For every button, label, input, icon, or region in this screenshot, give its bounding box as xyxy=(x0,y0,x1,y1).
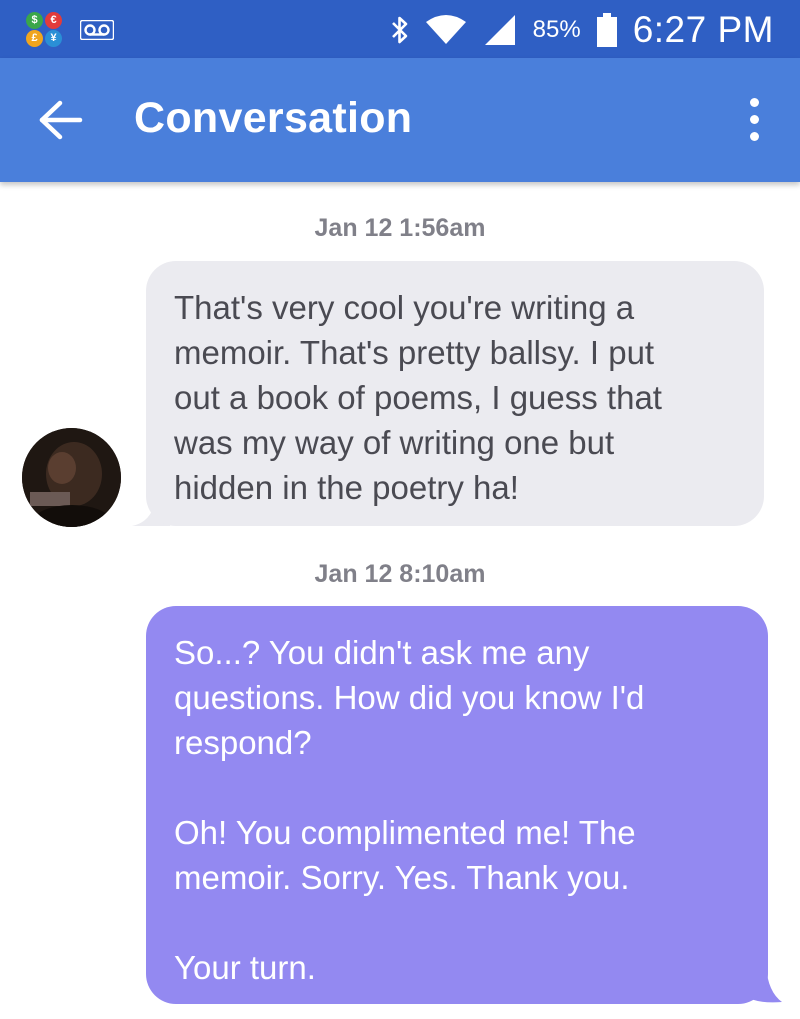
app-bar: Conversation xyxy=(0,58,800,182)
wifi-icon xyxy=(425,15,466,44)
bluetooth-icon xyxy=(391,16,407,44)
incoming-message-bubble[interactable]: That's very cool you're writing a memoir… xyxy=(146,261,764,526)
currency-icon: $ € £ ¥ xyxy=(26,12,66,48)
avatar[interactable] xyxy=(22,428,121,527)
status-bar: $ € £ ¥ 85% 6:27 PM xyxy=(0,0,800,58)
message-timestamp: Jan 12 8:10am xyxy=(314,560,486,588)
battery-percent: 85% xyxy=(532,16,581,43)
overflow-menu-icon[interactable] xyxy=(746,98,762,144)
battery-icon xyxy=(596,13,617,47)
outgoing-message-bubble[interactable]: So...? You didn't ask me any questions. … xyxy=(146,606,768,1004)
voicemail-icon xyxy=(80,20,114,40)
status-clock: 6:27 PM xyxy=(632,9,774,50)
message-timestamp: Jan 12 1:56am xyxy=(314,214,486,242)
back-arrow-icon[interactable] xyxy=(38,100,84,140)
signal-icon xyxy=(484,15,515,45)
page-title: Conversation xyxy=(134,94,413,142)
